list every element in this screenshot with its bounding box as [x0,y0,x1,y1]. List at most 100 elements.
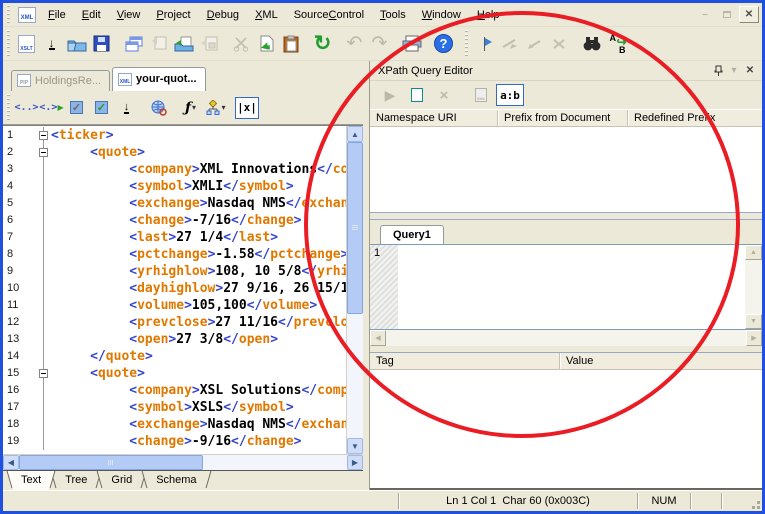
save-button[interactable] [89,31,114,56]
editor-toolbar-grip[interactable] [7,94,10,120]
clear-bookmarks-button-disabled[interactable] [547,31,572,56]
bookmark-button[interactable] [472,31,497,56]
checkout-button[interactable] [171,31,196,56]
code-text[interactable]: <symbol>XSLS</symbol> [51,399,346,416]
code-text[interactable]: <company>XSL Solutions</company> [51,382,346,399]
menu-item-edit[interactable]: Edit [74,7,109,23]
menu-item-file[interactable]: File [40,7,74,23]
namespace-list[interactable] [370,127,762,213]
code-text[interactable]: <exchange>Nasdaq NMS</exchange> [51,416,346,433]
redo-button-disabled[interactable]: ↷ [367,31,392,56]
xml-output-button-disabled[interactable]: XML [469,84,493,106]
menu-item-project[interactable]: Project [148,7,198,23]
view-tab-text[interactable]: Text [13,471,49,490]
code-text[interactable]: <volume>105,100</volume> [51,297,346,314]
menu-item-window[interactable]: Window [414,7,469,23]
code-text[interactable]: <dayhighlow>27 9/16, 26 15/16</dayhighlo… [51,280,346,297]
column-redefined-prefix[interactable]: Redefined Prefix [628,110,762,126]
scroll-left-button[interactable]: ◀ [3,455,19,470]
code-text[interactable]: <prevclose>27 11/16</prevclose> [51,314,346,331]
menu-item-help[interactable]: Help [469,7,508,23]
cut-button-disabled[interactable] [228,31,253,56]
functions-button[interactable]: ƒ▾ [178,95,203,120]
query-scroll-down[interactable]: ▼ [745,314,762,329]
code-text[interactable]: <quote> [51,144,346,161]
view-tab-schema[interactable]: Schema [148,471,204,490]
import-button[interactable]: ↓ [39,31,64,56]
print-button[interactable] [399,31,424,56]
open-button[interactable] [64,31,89,56]
new-xslt-button[interactable]: XSLT [14,31,39,56]
column-value[interactable]: Value [560,353,762,369]
scroll-track[interactable] [347,142,363,438]
column-tag[interactable]: Tag [370,353,560,369]
next-bookmark-button-disabled[interactable] [497,31,522,56]
menubar-grip[interactable] [7,5,10,23]
code-text[interactable]: <ticker> [51,127,346,144]
code-text[interactable]: <change>-9/16</change> [51,433,346,450]
scroll-right-button[interactable]: ▶ [347,455,363,470]
code-horizontal-scrollbar[interactable]: ◀ ▶ [3,454,363,470]
prev-bookmark-button-disabled[interactable] [522,31,547,56]
code-text[interactable]: <quote> [51,365,346,382]
code-text[interactable]: <company>XML Innovations</company> [51,161,346,178]
column-namespace-uri[interactable]: Namespace URI [370,110,498,126]
code-text[interactable]: </quote> [51,348,346,365]
delete-query-button-disabled[interactable]: × [432,84,456,106]
validate-dtd-button[interactable]: ✓ [64,95,89,120]
query-scroll-up[interactable]: ▲ [745,245,762,260]
cascade-windows-button[interactable] [121,31,146,56]
browser-preview-button[interactable] [146,95,171,120]
import-data-button[interactable]: ↓ [114,95,139,120]
panel-menu-button[interactable]: ▾ [726,64,742,78]
fold-toggle[interactable] [39,131,48,140]
menu-item-tools[interactable]: Tools [372,7,414,23]
find-button[interactable] [579,31,604,56]
namespace-toggle-button[interactable]: a:b [496,84,524,106]
check-wellformed-button[interactable]: <..> [14,95,39,120]
menu-item-sourcecontrol[interactable]: SourceControl [286,7,372,23]
menu-item-view[interactable]: View [109,7,149,23]
toolbar-grip2[interactable] [465,30,468,56]
code-text[interactable]: <change>-7/16</change> [51,212,346,229]
code-text[interactable]: <pctchange>-1.58</pctchange> [51,246,346,263]
run-query-button-disabled[interactable]: ▶ [378,84,402,106]
compare-button[interactable]: A ↪ B [604,31,629,56]
code-text[interactable]: <symbol>XMLI</symbol> [51,178,346,195]
query-tab-1[interactable]: Query1 [380,225,444,244]
query-vertical-scrollbar[interactable]: ▲ ▼ [745,245,762,329]
undo-button-disabled[interactable]: ↶ [342,31,367,56]
copy-window-button-disabled[interactable] [146,31,171,56]
pin-button[interactable] [710,64,726,78]
new-query-button[interactable] [405,84,429,106]
toolbar-grip[interactable] [7,30,10,56]
code-lines[interactable]: 1<ticker>2 <quote>3 <company>XML Innovat… [3,126,346,454]
refresh-button[interactable]: ↻ [310,31,335,56]
validate-button[interactable]: <.>▶ [39,95,64,120]
code-text[interactable]: <exchange>Nasdaq NMS</exchange> [51,195,346,212]
scroll-thumb[interactable] [347,142,363,314]
checkin-button-disabled[interactable] [196,31,221,56]
view-tab-grid[interactable]: Grid [103,471,140,490]
code-text[interactable]: <last>27 1/4</last> [51,229,346,246]
restore-button[interactable] [717,6,737,23]
scroll-up-button[interactable]: ▲ [347,126,363,142]
resize-grip[interactable] [748,491,762,511]
code-vertical-scrollbar[interactable]: ▲ ▼ [346,126,363,454]
copy-button[interactable] [253,31,278,56]
panel-close-button[interactable]: ✕ [742,64,758,78]
paste-button[interactable] [278,31,303,56]
fold-toggle[interactable] [39,148,48,157]
help-button[interactable]: ? [431,31,456,56]
scroll-down-button[interactable]: ▼ [347,438,363,454]
xpath-toggle-button[interactable]: |x| [235,97,259,119]
doc-tab-your-quot[interactable]: XML your-quot... [112,67,206,91]
fold-toggle[interactable] [39,369,48,378]
result-list[interactable] [370,370,762,490]
query-horizontal-scrollbar[interactable]: ◀ ▶ [370,330,762,346]
doc-tab-holdingsre[interactable]: PIP HoldingsRe... [11,70,110,91]
query-scroll-right[interactable]: ▶ [746,330,762,346]
hscroll-track[interactable] [19,455,347,470]
minimize-button[interactable]: – [695,6,715,23]
query-input[interactable] [398,245,745,329]
